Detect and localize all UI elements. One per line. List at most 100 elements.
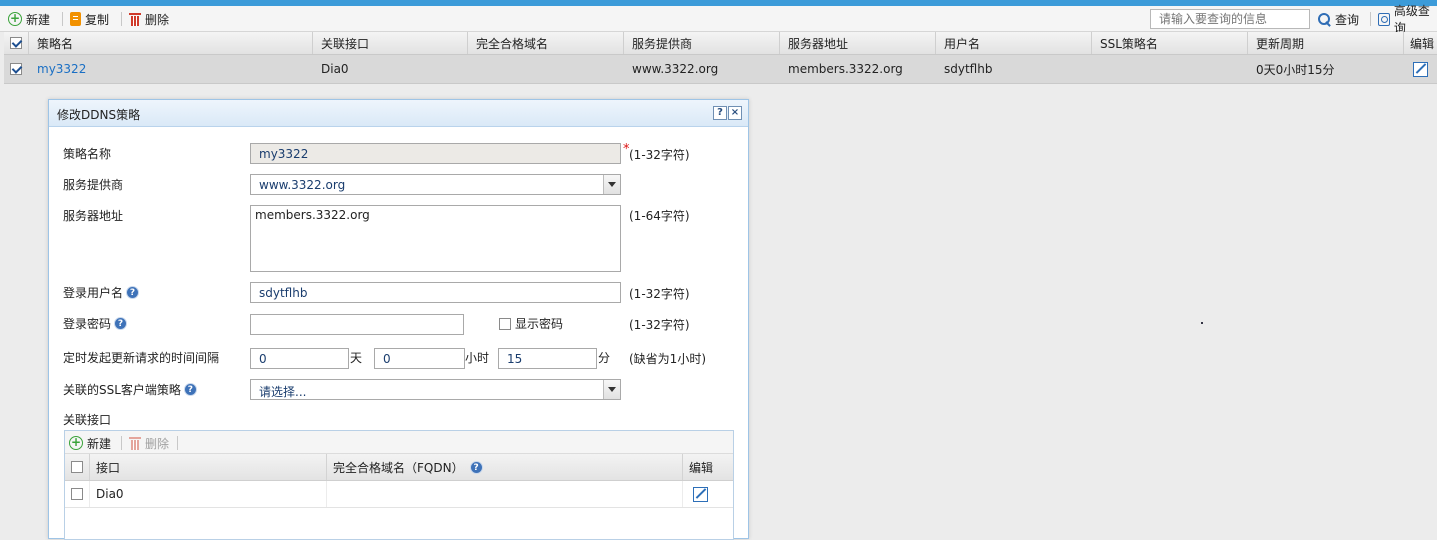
period-cell: 0天0小时15分 [1256, 62, 1335, 77]
username-cell: sdytflhb [944, 62, 993, 76]
interval-days-input[interactable] [250, 348, 349, 369]
sub-row-select-cell [65, 481, 90, 507]
new-button[interactable]: + 新建 [8, 10, 50, 28]
column-header: 编辑 [1410, 36, 1435, 51]
sub-select-all-cell [65, 454, 90, 480]
provider-select-value: www.3322.org [259, 178, 346, 192]
server-label: 服务器地址 [63, 207, 123, 224]
search-icon [1318, 12, 1331, 26]
edit-icon[interactable] [1413, 61, 1428, 77]
column-header[interactable]: 更新周期 [1248, 32, 1404, 54]
advanced-query-button[interactable]: 高级查询 [1378, 4, 1437, 35]
interval-label-text: 定时发起更新请求的时间间隔 [63, 351, 220, 365]
server-textarea[interactable]: members.3322.org [250, 205, 621, 272]
interval-label: 定时发起更新请求的时间间隔 [63, 349, 219, 366]
sub-fqdn-cell [327, 481, 683, 507]
ssl-policy-cell [1092, 55, 1248, 83]
copy-button[interactable]: 复制 [70, 10, 109, 28]
trash-icon [129, 436, 141, 450]
help-icon[interactable]: ? [126, 286, 140, 299]
interfaces-subtable: + 新建 删除 接口 完全合格域名（FQDN） ? 编辑 Dia0 [64, 430, 734, 540]
interval-hint: (缺省为1小时) [629, 352, 706, 366]
interfaces-label-text: 关联接口 [63, 413, 112, 427]
table-row[interactable]: Dia0 [65, 481, 733, 508]
toolbar-divider [62, 12, 63, 26]
dialog-help-button[interactable]: ? [713, 106, 727, 120]
delete-button[interactable]: 删除 [129, 10, 169, 28]
sub-edit-cell [683, 481, 733, 507]
server-cell: members.3322.org [788, 62, 903, 76]
select-all-cell [4, 32, 29, 54]
dialog-close-button[interactable]: × [728, 106, 742, 120]
policy-name-label: 策略名称 [63, 145, 111, 162]
select-all-checkbox[interactable] [10, 37, 22, 49]
grid-header: 策略名 关联接口 完全合格域名 服务提供商 服务器地址 用户名 SSL策略名 更… [4, 32, 1437, 55]
password-input[interactable] [250, 314, 464, 335]
query-button[interactable]: 查询 [1318, 10, 1359, 28]
column-header[interactable]: 用户名 [936, 32, 1092, 54]
username-hint: (1-32字符) [629, 287, 690, 301]
edit-cell [1404, 55, 1437, 83]
fqdn-cell [468, 55, 624, 83]
column-header[interactable]: 策略名 [29, 32, 313, 54]
sub-new-button[interactable]: + 新建 [69, 434, 111, 452]
column-header[interactable]: 完全合格域名 [468, 32, 624, 54]
username-input[interactable] [250, 282, 621, 303]
policy-name-link[interactable]: my3322 [29, 55, 313, 83]
trash-icon [129, 12, 141, 26]
sub-row-checkbox[interactable] [71, 488, 83, 500]
plus-icon: + [69, 435, 83, 450]
policy-name-input[interactable] [250, 143, 621, 164]
toolbar-divider [1370, 12, 1371, 26]
toolbar-divider [177, 436, 178, 450]
sub-interface-cell: Dia0 [90, 481, 327, 507]
toolbar-divider [121, 12, 122, 26]
provider-select[interactable]: www.3322.org [250, 174, 621, 195]
column-header[interactable]: 服务器地址 [780, 32, 936, 54]
ssl-select-value: 请选择... [259, 385, 307, 399]
plus-icon: + [8, 11, 22, 26]
fqdn-column-label: 完全合格域名（FQDN） [333, 460, 464, 475]
search-input[interactable] [1150, 9, 1310, 29]
column-header: 接口 [90, 454, 327, 480]
stray-dot [1201, 322, 1203, 324]
delete-button-label: 删除 [145, 12, 170, 27]
sub-select-all-checkbox[interactable] [71, 461, 83, 473]
show-password-checkbox[interactable] [499, 317, 511, 330]
show-password-label: 显示密码 [515, 317, 564, 331]
column-header[interactable]: 服务提供商 [624, 32, 780, 54]
column-header[interactable]: SSL策略名 [1092, 32, 1248, 54]
advanced-search-icon [1378, 12, 1390, 26]
provider-cell: www.3322.org [632, 62, 719, 76]
password-label-text: 登录密码 [63, 317, 112, 331]
row-checkbox[interactable] [10, 63, 22, 75]
advanced-query-label: 高级查询 [1393, 4, 1430, 35]
help-icon[interactable]: ? [114, 317, 128, 330]
help-icon[interactable]: ? [469, 460, 483, 474]
interval-minutes-input[interactable] [498, 348, 597, 369]
table-row[interactable]: my3322 Dia0 www.3322.org members.3322.or… [4, 55, 1437, 84]
sub-delete-button[interactable]: 删除 [129, 434, 169, 452]
new-button-label: 新建 [26, 12, 51, 27]
dialog-title: 修改DDNS策略 [57, 108, 141, 122]
password-label: 登录密码 ? [63, 315, 128, 332]
password-hint: (1-32字符) [629, 318, 690, 332]
edit-icon[interactable] [693, 486, 708, 502]
show-password-toggle[interactable]: 显示密码 [499, 315, 563, 332]
toolbar-divider [121, 436, 122, 450]
help-icon[interactable]: ? [183, 383, 197, 396]
interval-hours-input[interactable] [374, 348, 465, 369]
sub-new-label: 新建 [87, 436, 112, 451]
server-label-text: 服务器地址 [63, 209, 124, 223]
hours-unit: 小时 [465, 351, 490, 365]
dialog-titlebar[interactable]: 修改DDNS策略 ? × [49, 100, 748, 127]
column-header[interactable]: 关联接口 [313, 32, 468, 54]
subtable-header: 接口 完全合格域名（FQDN） ? 编辑 [65, 454, 733, 481]
days-unit: 天 [350, 351, 363, 365]
column-header: 完全合格域名（FQDN） ? [327, 454, 683, 480]
username-label: 登录用户名 ? [63, 284, 140, 301]
copy-button-label: 复制 [85, 12, 110, 27]
policy-name-label-text: 策略名称 [63, 147, 112, 161]
row-select-cell [4, 55, 29, 83]
ssl-policy-select[interactable]: 请选择... [250, 379, 621, 400]
